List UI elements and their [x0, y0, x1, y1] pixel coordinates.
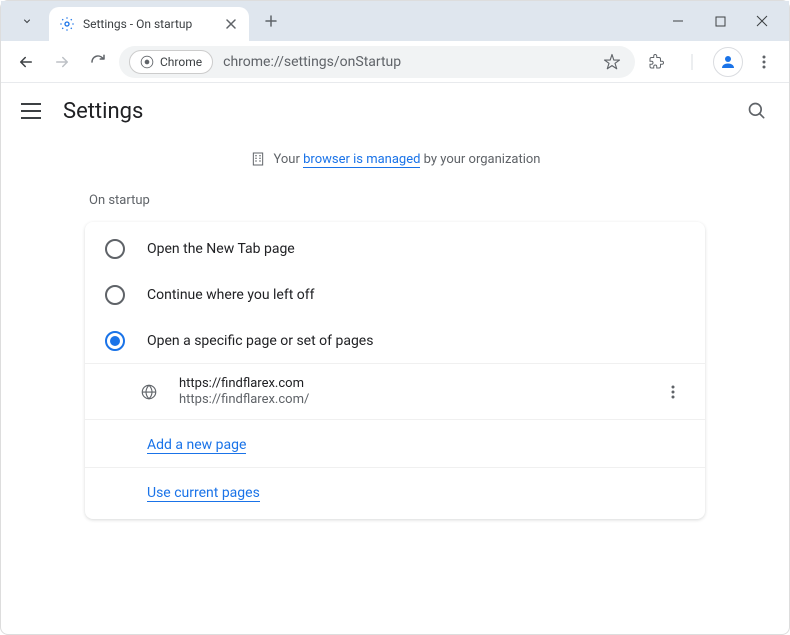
close-window-button[interactable] [741, 5, 783, 37]
bookmark-button[interactable] [599, 49, 625, 75]
use-current-row: Use current pages [85, 467, 705, 515]
settings-search-button[interactable] [745, 99, 769, 123]
startup-card: Open the New Tab page Continue where you… [85, 222, 705, 519]
radio-icon [105, 331, 125, 351]
settings-title: Settings [63, 99, 143, 124]
page-item-menu-button[interactable] [661, 380, 685, 404]
radio-continue[interactable]: Continue where you left off [85, 272, 705, 318]
settings-menu-button[interactable] [21, 99, 45, 123]
add-page-row: Add a new page [85, 419, 705, 467]
extensions-button[interactable] [641, 47, 671, 77]
reload-button[interactable] [83, 47, 113, 77]
chrome-chip-label: Chrome [160, 55, 202, 69]
managed-link[interactable]: browser is managed [303, 152, 420, 168]
globe-icon [139, 382, 159, 402]
radio-label: Open a specific page or set of pages [147, 333, 373, 349]
managed-banner: Your browser is managed by your organiza… [1, 139, 789, 187]
building-icon [250, 151, 266, 167]
radio-icon [105, 239, 125, 259]
chrome-logo-icon [140, 55, 154, 69]
window-titlebar: Settings - On startup [1, 1, 789, 41]
address-bar[interactable]: Chrome chrome://settings/onStartup [119, 46, 635, 78]
minimize-button[interactable] [657, 5, 699, 37]
chrome-menu-button[interactable] [749, 47, 779, 77]
back-button[interactable] [11, 47, 41, 77]
tab-close-button[interactable] [223, 16, 239, 32]
add-page-link[interactable]: Add a new page [147, 437, 246, 454]
maximize-button[interactable] [699, 5, 741, 37]
profile-button[interactable] [713, 47, 743, 77]
new-tab-button[interactable] [257, 7, 285, 35]
chrome-site-chip[interactable]: Chrome [129, 50, 213, 74]
tab-title: Settings - On startup [83, 17, 215, 31]
url-text: chrome://settings/onStartup [223, 54, 589, 70]
managed-text-prefix: Your [274, 152, 304, 167]
browser-tab[interactable]: Settings - On startup [49, 7, 249, 41]
radio-specific-pages[interactable]: Open a specific page or set of pages [85, 318, 705, 364]
tab-favicon-gear-icon [59, 16, 75, 32]
tabs-dropdown-button[interactable] [15, 9, 39, 33]
radio-label: Open the New Tab page [147, 241, 295, 257]
settings-header: Settings [1, 83, 789, 139]
use-current-link[interactable]: Use current pages [147, 485, 260, 502]
radio-label: Continue where you left off [147, 287, 315, 303]
forward-button[interactable] [47, 47, 77, 77]
managed-text-suffix: by your organization [420, 152, 540, 167]
page-item-title: https://findflarex.com [179, 376, 641, 391]
window-controls [657, 1, 783, 41]
settings-content: On startup Open the New Tab page Continu… [85, 187, 705, 519]
browser-toolbar: Chrome chrome://settings/onStartup [1, 41, 789, 83]
radio-icon [105, 285, 125, 305]
radio-open-new-tab[interactable]: Open the New Tab page [85, 226, 705, 272]
toolbar-divider [677, 47, 707, 77]
page-item-url: https://findflarex.com/ [179, 392, 641, 407]
startup-page-item: https://findflarex.com https://findflare… [85, 364, 705, 419]
section-title: On startup [85, 187, 705, 222]
